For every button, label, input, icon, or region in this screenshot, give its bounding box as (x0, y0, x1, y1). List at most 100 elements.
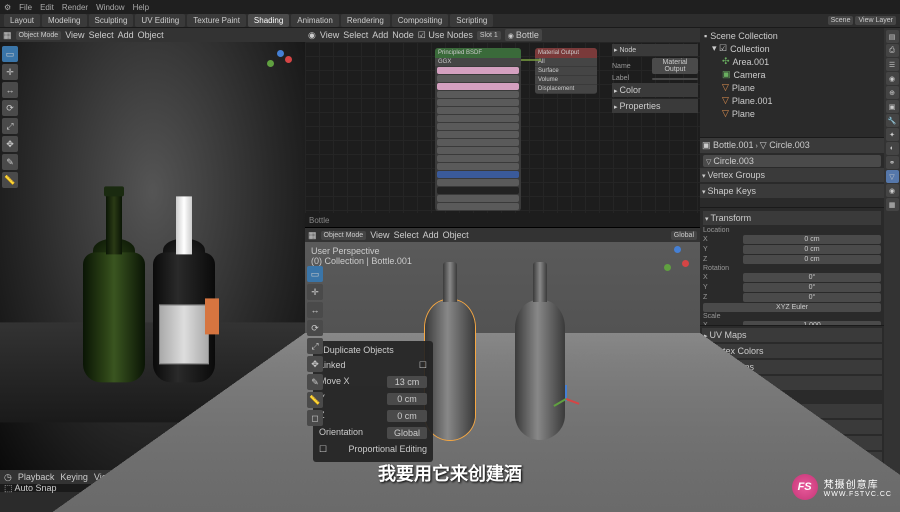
outliner-item[interactable]: ▣ Camera (702, 68, 882, 81)
tl-playback[interactable]: Playback (18, 472, 55, 482)
principled-bsdf-node[interactable]: Principled BSDF GGX (435, 48, 521, 211)
color-section[interactable]: ▸ Color (612, 83, 698, 97)
viewlayer-tab-icon[interactable]: ☰ (886, 58, 899, 71)
editor-type-icon[interactable]: ▦ (308, 230, 317, 241)
loc-y-field[interactable]: 0 cm (743, 245, 881, 254)
operator-redo-panel[interactable]: ▾ Duplicate Objects Linked☐ Move X13 cm … (313, 341, 433, 462)
addcube-tool[interactable]: ◻ (307, 410, 323, 426)
outliner[interactable]: ▪ Scene Collection ▾ ☑ Collection ✣ Area… (700, 28, 884, 138)
move-tool[interactable]: ↔ (307, 302, 323, 318)
mesh-name-field[interactable]: ▽ Circle.003 (703, 155, 881, 167)
annotate-tool[interactable]: ✎ (307, 374, 323, 390)
scene-selector[interactable]: Scene (828, 16, 854, 25)
move-z-field[interactable]: 0 cm (387, 410, 427, 422)
editor-type-icon[interactable]: ◷ (4, 472, 12, 483)
scale-tool[interactable]: ⤢ (307, 338, 323, 354)
loc-x-field[interactable]: 0 cm (743, 235, 881, 244)
select-tool[interactable]: ▭ (307, 266, 323, 282)
loc-z-field[interactable]: 0 cm (743, 255, 881, 264)
material-selector[interactable]: ◉ Bottle (505, 29, 542, 41)
outliner-root[interactable]: ▪ Scene Collection (702, 30, 882, 42)
material-tab-icon[interactable]: ◉ (886, 184, 899, 197)
v3-menu-object[interactable]: Object (443, 230, 469, 240)
sh-menu-node[interactable]: Node (392, 30, 414, 40)
cursor-tool[interactable]: ✛ (2, 64, 18, 80)
menu-window[interactable]: Window (96, 3, 124, 12)
rotmode-field[interactable]: XYZ Euler (703, 303, 881, 312)
world-tab-icon[interactable]: ⊕ (886, 86, 899, 99)
menu-render[interactable]: Render (62, 3, 88, 12)
rotate-tool[interactable]: ⟳ (307, 320, 323, 336)
mesh-tab[interactable]: ▽ Circle.003 (760, 140, 810, 150)
uv-maps-section[interactable]: ▸ UV Maps (702, 328, 882, 342)
constraints-tab-icon[interactable]: ⚭ (886, 156, 899, 169)
shape-keys-section[interactable]: ▾ Shape Keys (700, 184, 884, 198)
sh-menu-add[interactable]: Add (372, 30, 388, 40)
axis-y-icon[interactable] (664, 264, 671, 271)
solid-viewport[interactable]: User Perspective(0) Collection | Bottle.… (305, 242, 700, 470)
v3-menu-select[interactable]: Select (394, 230, 419, 240)
rot-y-field[interactable]: 0° (743, 283, 881, 292)
transform-gizmo[interactable] (550, 370, 580, 400)
tab-texpaint[interactable]: Texture Paint (187, 14, 246, 27)
v3-menu-view[interactable]: View (370, 230, 389, 240)
material-output-node[interactable]: Material Output All Surface Volume Displ… (535, 48, 597, 94)
use-nodes-toggle[interactable]: ☑ Use Nodes (418, 30, 473, 41)
axis-y-icon[interactable] (267, 60, 274, 67)
menu-edit[interactable]: Edit (40, 3, 54, 12)
node-name-field[interactable]: Material Output (652, 58, 698, 74)
scene-tab-icon[interactable]: ◉ (886, 72, 899, 85)
axis-z-icon[interactable] (277, 50, 284, 57)
transform-tool[interactable]: ✥ (2, 136, 18, 152)
axis-z-icon[interactable] (674, 246, 681, 253)
vp-menu-object[interactable]: Object (138, 30, 164, 40)
measure-tool[interactable]: 📏 (307, 392, 323, 408)
move-tool[interactable]: ↔ (2, 82, 18, 98)
tab-uv[interactable]: UV Editing (135, 14, 185, 27)
transform-tool[interactable]: ✥ (307, 356, 323, 372)
axis-x-icon[interactable] (682, 260, 689, 267)
outliner-item[interactable]: ▽ Plane (702, 81, 882, 94)
orientation-selector[interactable]: Global (671, 231, 697, 240)
rotate-tool[interactable]: ⟳ (2, 100, 18, 116)
rot-x-field[interactable]: 0° (743, 273, 881, 282)
props-section[interactable]: ▸ Properties (612, 99, 698, 113)
modifier-tab-icon[interactable]: 🔧 (886, 114, 899, 127)
particles-tab-icon[interactable]: ✦ (886, 128, 899, 141)
rot-z-field[interactable]: 0° (743, 293, 881, 302)
tab-modeling[interactable]: Modeling (42, 14, 86, 27)
sh-menu-select[interactable]: Select (343, 30, 368, 40)
mode-selector[interactable]: Object Mode (16, 31, 62, 40)
editor-type-icon[interactable]: ▦ (3, 30, 12, 41)
node-canvas[interactable]: Principled BSDF GGX (305, 42, 700, 213)
vp-menu-select[interactable]: Select (89, 30, 114, 40)
annotate-tool[interactable]: ✎ (2, 154, 18, 170)
slot-selector[interactable]: Slot 1 (477, 31, 501, 40)
tab-shading[interactable]: Shading (248, 14, 289, 27)
menu-help[interactable]: Help (133, 3, 149, 12)
texture-tab-icon[interactable]: ▦ (886, 198, 899, 211)
outliner-item[interactable]: ✣ Area.001 (702, 55, 882, 68)
sh-menu-view[interactable]: View (320, 30, 339, 40)
linked-checkbox[interactable]: ☐ (419, 360, 427, 371)
nav-gizmo[interactable] (263, 50, 297, 84)
object-tab-icon[interactable]: ▣ (886, 100, 899, 113)
physics-tab-icon[interactable]: ◐ (886, 142, 899, 155)
select-tool[interactable]: ▭ (2, 46, 18, 62)
nav-gizmo[interactable] (660, 246, 694, 280)
output-tab-icon[interactable]: ⎙ (886, 44, 899, 57)
scale-tool[interactable]: ⤢ (2, 118, 18, 134)
prop-edit-checkbox[interactable]: ☐ (319, 444, 327, 455)
vp-menu-view[interactable]: View (65, 30, 84, 40)
v3-menu-add[interactable]: Add (423, 230, 439, 240)
orientation-field[interactable]: Global (387, 427, 427, 439)
node-label-field[interactable] (652, 78, 698, 80)
base-color-input[interactable] (437, 67, 519, 74)
node-sidebar-header[interactable]: ▸ Node (612, 44, 698, 56)
meshdata-tab-icon[interactable]: ▽ (886, 170, 899, 183)
render-tab-icon[interactable]: ▤ (886, 30, 899, 43)
measure-tool[interactable]: 📏 (2, 172, 18, 188)
tab-sculpting[interactable]: Sculpting (89, 14, 134, 27)
tab-layout[interactable]: Layout (4, 14, 40, 27)
obj-tab[interactable]: ▣ Bottle.001 (702, 140, 754, 150)
